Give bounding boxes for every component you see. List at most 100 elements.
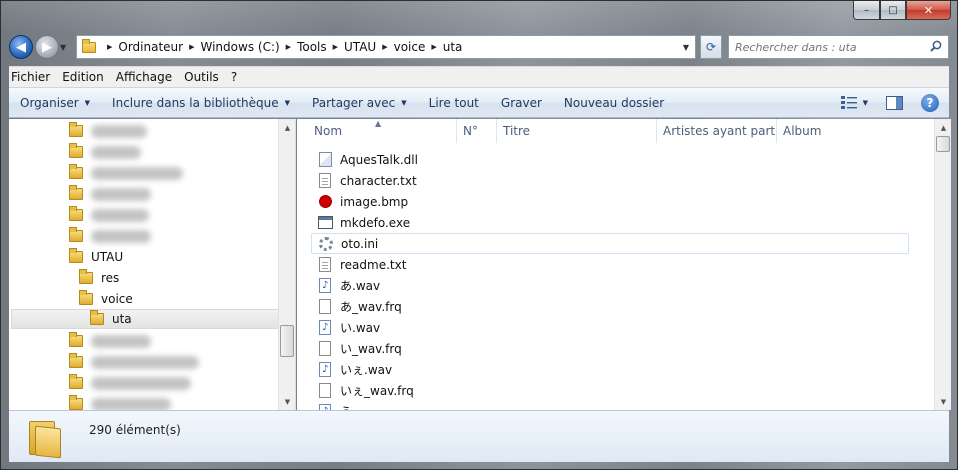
folder-icon <box>77 36 101 58</box>
scroll-down-arrow-icon[interactable]: ▼ <box>935 393 951 410</box>
breadcrumb-voice[interactable]: voice <box>394 40 426 54</box>
file-row[interactable]: character.txt <box>311 170 909 191</box>
chevron-right-icon[interactable]: ▶ <box>107 43 112 51</box>
include-in-library-button[interactable]: Inclure dans la bibliothèque ▼ <box>101 96 301 110</box>
chevron-down-icon[interactable]: ▼ <box>863 99 868 107</box>
chevron-right-icon[interactable]: ▶ <box>286 43 291 51</box>
file-row[interactable]: AquesTalk.dll <box>311 149 909 170</box>
column-label: Album <box>783 124 822 138</box>
file-name: image.bmp <box>340 194 409 209</box>
maximize-button[interactable]: □ <box>880 1 906 20</box>
file-row[interactable]: mkdefo.exe <box>311 212 909 233</box>
tree-item[interactable] <box>69 373 191 393</box>
column-header-name[interactable]: Nom ▲ <box>297 119 457 143</box>
search-box[interactable] <box>728 35 949 59</box>
share-with-button[interactable]: Partager avec ▼ <box>301 96 418 110</box>
file-row[interactable]: ♪う <box>311 401 909 410</box>
chevron-right-icon[interactable]: ▶ <box>333 43 338 51</box>
tree-item[interactable] <box>69 184 151 204</box>
file-row[interactable]: い_wav.frq <box>311 338 909 359</box>
tree-item-uta[interactable]: uta <box>11 309 279 329</box>
organize-button[interactable]: Organiser ▼ <box>9 96 101 110</box>
tree-item[interactable] <box>69 163 183 183</box>
address-history-dropdown[interactable]: ▼ <box>683 43 689 52</box>
menu-affichage[interactable]: Affichage <box>110 70 178 84</box>
tree-item[interactable] <box>69 205 149 225</box>
navigation-row: ◀ ▶ ▼ ▶ Ordinateur ▶ Windows (C:) ▶ Tool… <box>9 34 949 60</box>
file-name: oto.ini <box>341 236 379 251</box>
scroll-up-arrow-icon[interactable]: ▲ <box>935 119 951 136</box>
menu-fichier[interactable]: Fichier <box>9 70 56 84</box>
menu-outils[interactable]: Outils <box>178 70 225 84</box>
column-header-number[interactable]: N° <box>457 119 497 143</box>
breadcrumb-tools[interactable]: Tools <box>297 40 327 54</box>
play-all-button[interactable]: Lire tout <box>418 96 490 110</box>
file-list-scrollbar[interactable]: ▲ ▼ <box>934 119 951 410</box>
minimize-button[interactable]: – <box>853 1 880 20</box>
tree-item[interactable] <box>69 226 151 246</box>
scrollbar-thumb[interactable] <box>936 136 950 152</box>
tree-item[interactable] <box>69 394 171 410</box>
file-row[interactable]: oto.ini <box>311 233 909 254</box>
audio-file-icon: ♪ <box>317 320 333 336</box>
back-button[interactable]: ◀ <box>9 35 33 59</box>
new-folder-button[interactable]: Nouveau dossier <box>553 96 675 110</box>
help-button[interactable]: ? <box>921 93 939 112</box>
breadcrumb-windows-c[interactable]: Windows (C:) <box>201 40 280 54</box>
folder-icon <box>69 227 83 242</box>
file-row[interactable]: あ_wav.frq <box>311 296 909 317</box>
close-button[interactable]: ✕ <box>906 1 951 20</box>
menu-bar: Fichier Edition Affichage Outils ? <box>9 66 949 87</box>
chevron-down-icon: ▼ <box>84 98 91 107</box>
file-row[interactable]: ♪ いぇ.wav <box>311 359 909 380</box>
tree-item-utau[interactable]: UTAU <box>69 247 123 267</box>
scrollbar-thumb[interactable] <box>280 325 294 357</box>
redacted-label <box>91 208 149 222</box>
tree-item[interactable] <box>69 142 141 162</box>
redacted-label <box>91 187 151 201</box>
file-row[interactable]: いぇ_wav.frq <box>311 380 909 401</box>
file-row[interactable]: readme.txt <box>311 254 909 275</box>
file-row[interactable]: image.bmp <box>311 191 909 212</box>
column-headers: Nom ▲ N° Titre Artistes ayant parti... Al… <box>297 119 934 143</box>
preview-pane-button[interactable] <box>872 95 907 110</box>
column-header-album[interactable]: Album <box>777 119 897 143</box>
address-bar[interactable]: ▶ Ordinateur ▶ Windows (C:) ▶ Tools ▶ UT… <box>76 35 696 59</box>
navigation-pane-scrollbar[interactable]: ▲ ▼ <box>278 119 295 410</box>
organize-label: Organiser <box>20 95 79 110</box>
tree-label: res <box>101 271 120 285</box>
folder-icon <box>69 185 83 200</box>
scroll-up-arrow-icon[interactable]: ▲ <box>279 119 295 136</box>
chevron-right-icon[interactable]: ▶ <box>189 43 194 51</box>
breadcrumb-ordinateur[interactable]: Ordinateur <box>118 40 183 54</box>
scroll-down-arrow-icon[interactable]: ▼ <box>279 393 295 410</box>
tree-item-voice[interactable]: voice <box>79 289 133 309</box>
column-header-title[interactable]: Titre <box>497 119 657 143</box>
include-label: Inclure dans la bibliothèque <box>112 95 279 110</box>
menu-edition[interactable]: Edition <box>56 70 110 84</box>
file-list: Nom ▲ N° Titre Artistes ayant parti... Al… <box>297 119 951 410</box>
column-header-artists[interactable]: Artistes ayant parti... <box>657 119 777 143</box>
refresh-button[interactable]: ⟳ <box>700 35 722 59</box>
chevron-right-icon[interactable]: ▶ <box>382 43 387 51</box>
file-row[interactable]: ♪ い.wav <box>311 317 909 338</box>
chevron-right-icon[interactable]: ▶ <box>431 43 436 51</box>
tree-item[interactable] <box>69 352 199 372</box>
tree-item-res[interactable]: res <box>79 268 119 288</box>
recent-pages-dropdown[interactable]: ▼ <box>60 43 70 52</box>
tree-item[interactable] <box>69 121 147 141</box>
search-icon[interactable] <box>930 40 942 52</box>
text-file-icon <box>317 173 333 189</box>
change-view-button[interactable]: ▼ <box>830 96 872 109</box>
caption-buttons: – □ ✕ <box>853 1 951 20</box>
file-row[interactable]: ♪ あ.wav <box>311 275 909 296</box>
folder-icon <box>69 353 83 368</box>
burn-button[interactable]: Graver <box>490 96 553 110</box>
breadcrumb-utau[interactable]: UTAU <box>344 40 376 54</box>
forward-button[interactable]: ▶ <box>35 35 59 59</box>
search-input[interactable] <box>735 40 935 54</box>
tree-item[interactable] <box>69 331 151 351</box>
menu-help[interactable]: ? <box>225 70 243 84</box>
breadcrumb-uta[interactable]: uta <box>443 40 463 54</box>
dll-icon <box>317 152 333 168</box>
